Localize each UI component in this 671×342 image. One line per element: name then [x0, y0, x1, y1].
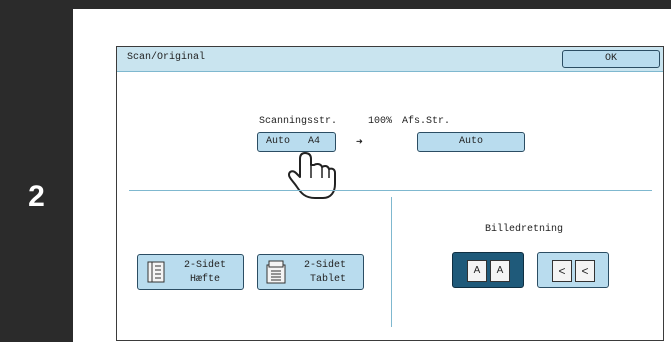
ok-button[interactable]: OK	[562, 50, 660, 68]
scan-size-button[interactable]: Auto A4	[257, 132, 336, 152]
rotated-a-icon: <	[552, 260, 572, 282]
top-border	[0, 0, 671, 9]
ratio-value: 100%	[368, 116, 393, 127]
divider-vertical	[391, 197, 392, 327]
dialog-title: Scan/Original	[127, 52, 206, 63]
duplex-booklet-button[interactable]: 2-Sidet Hæfte	[137, 254, 244, 290]
booklet-icon	[147, 261, 165, 283]
send-size-label: Afs.Str.	[402, 116, 451, 127]
upright-a-icon: A	[467, 260, 487, 282]
tablet-icon	[266, 260, 286, 284]
tablet-line1: 2-Sidet	[304, 260, 347, 271]
send-size-button[interactable]: Auto	[417, 132, 525, 152]
booklet-line1: 2-Sidet	[184, 260, 227, 271]
step-sidebar: 2	[0, 0, 73, 342]
orientation-label: Billedretning	[485, 224, 564, 235]
orientation-upright-button[interactable]: A A	[452, 252, 524, 288]
scan-size-label: Scanningsstr.	[259, 116, 338, 127]
arrow-right-icon: ➜	[356, 137, 363, 149]
scan-original-dialog: Scan/Original OK Scanningsstr. 100% Afs.…	[116, 46, 664, 341]
scan-size-text: A4	[308, 136, 321, 147]
booklet-line2: Hæfte	[190, 274, 221, 285]
divider-horizontal	[129, 190, 652, 191]
rotated-a-icon-2: <	[575, 260, 595, 282]
duplex-tablet-button[interactable]: 2-Sidet Tablet	[257, 254, 364, 290]
tablet-line2: Tablet	[310, 274, 347, 285]
scan-mode-text: Auto	[266, 136, 291, 147]
step-number: 2	[28, 180, 45, 213]
pointing-hand-icon	[288, 152, 336, 199]
dialog-titlebar: Scan/Original OK	[117, 47, 663, 72]
orientation-rotated-button[interactable]: < <	[537, 252, 609, 288]
upright-a-icon-2: A	[490, 260, 510, 282]
